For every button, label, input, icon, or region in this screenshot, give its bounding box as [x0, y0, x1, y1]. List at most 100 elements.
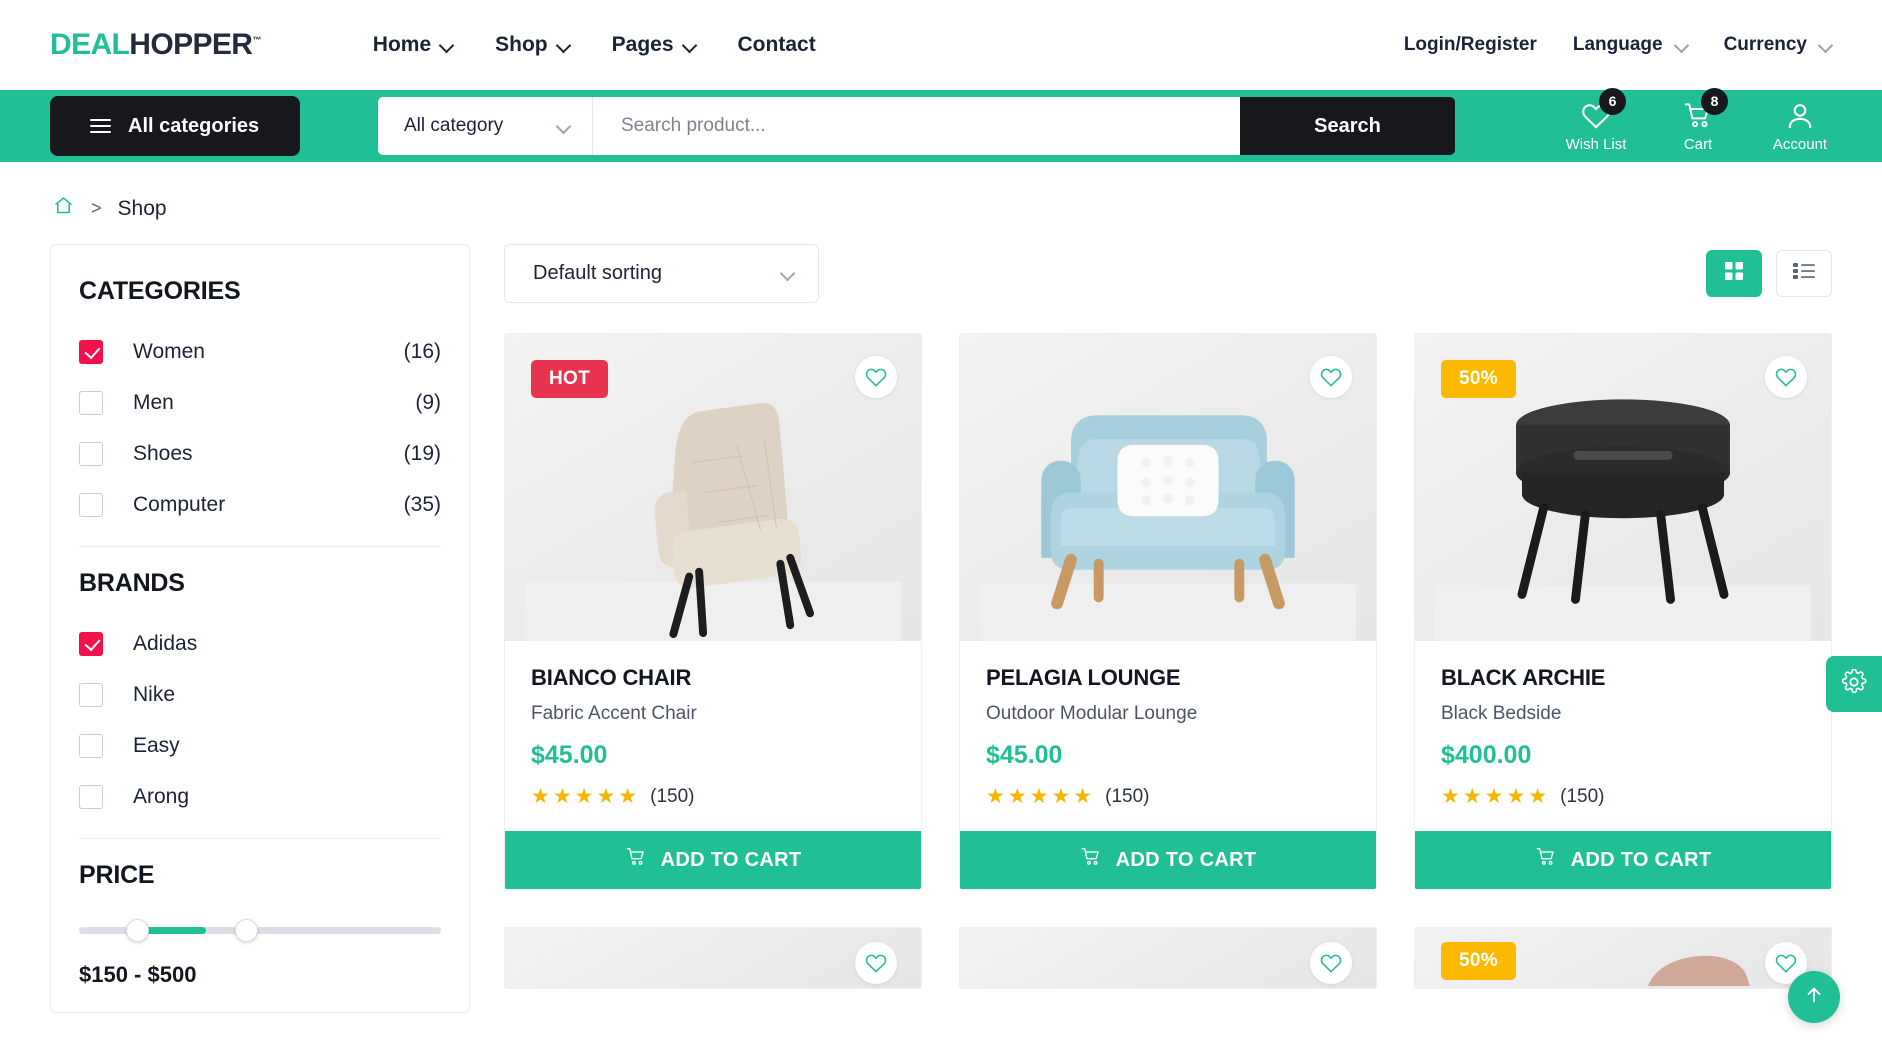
- add-to-cart-button[interactable]: ADD TO CART: [505, 831, 921, 889]
- filter-label: Easy: [133, 733, 180, 757]
- nav-item-shop[interactable]: Shop: [495, 33, 570, 57]
- user-icon: [1785, 98, 1815, 134]
- all-categories-button[interactable]: All categories: [50, 96, 300, 156]
- sidebar-divider: [79, 546, 441, 547]
- logo-part-2: HOPPER: [129, 28, 253, 61]
- product-image[interactable]: HOT: [505, 334, 921, 641]
- sidebar-divider: [79, 838, 441, 839]
- account-label: Account: [1772, 135, 1828, 153]
- checkbox-icon[interactable]: [79, 441, 103, 466]
- categories-title: CATEGORIES: [79, 277, 241, 305]
- checkbox-icon[interactable]: [79, 339, 103, 364]
- settings-panel-toggle[interactable]: [1826, 656, 1882, 712]
- home-icon[interactable]: [52, 195, 75, 222]
- filter-category-computer[interactable]: Computer (35): [79, 479, 441, 530]
- logo-part-1: DEAL: [50, 28, 130, 61]
- chair-illustration: [524, 403, 902, 641]
- site-logo[interactable]: DEALHOPPER™: [50, 28, 261, 62]
- search-input[interactable]: [593, 97, 1240, 155]
- scroll-to-top-button[interactable]: [1788, 971, 1840, 1023]
- product-title: BIANCO CHAIR: [531, 665, 692, 690]
- top-header: DEALHOPPER™ Home Shop Pages Contact Logi…: [0, 0, 1882, 90]
- product-image[interactable]: [505, 928, 921, 988]
- checkbox-icon[interactable]: [79, 492, 103, 517]
- language-selector[interactable]: Language: [1573, 34, 1688, 56]
- price-range-slider[interactable]: [79, 916, 441, 944]
- slider-handle-max[interactable]: [234, 919, 258, 942]
- checkbox-icon[interactable]: [79, 390, 103, 415]
- login-register-label: Login/Register: [1403, 34, 1537, 55]
- cart-button[interactable]: 8 Cart: [1666, 87, 1730, 153]
- product-card[interactable]: 50%: [1414, 333, 1832, 890]
- checkbox-icon[interactable]: [79, 733, 103, 758]
- filter-brand-easy[interactable]: Easy: [79, 720, 441, 771]
- search-category-select[interactable]: All category: [378, 97, 593, 155]
- bedside-table-illustration: [1434, 399, 1812, 641]
- checkbox-icon[interactable]: [79, 784, 103, 809]
- product-card[interactable]: [504, 927, 922, 989]
- nav-item-home[interactable]: Home: [373, 33, 453, 57]
- search-button[interactable]: Search: [1240, 97, 1455, 155]
- filter-brand-arong[interactable]: Arong: [79, 771, 441, 822]
- filter-label: Shoes: [133, 441, 193, 465]
- checkbox-icon[interactable]: [79, 631, 103, 656]
- login-register-link[interactable]: Login/Register: [1404, 34, 1537, 56]
- chevron-down-icon: [1819, 39, 1832, 52]
- filter-category-men[interactable]: Men (9): [79, 377, 441, 428]
- slider-handle-min[interactable]: [126, 919, 150, 942]
- product-image[interactable]: [960, 928, 1376, 988]
- checkbox-icon[interactable]: [79, 682, 103, 707]
- product-price: $45.00: [986, 741, 1063, 769]
- nav-item-contact[interactable]: Contact: [738, 33, 816, 57]
- filter-label: Arong: [133, 784, 190, 808]
- nav-label: Pages: [611, 33, 674, 56]
- product-rating: ★★★★★ (150): [986, 784, 1350, 809]
- product-card[interactable]: 50%: [1414, 927, 1832, 989]
- wishlist-button[interactable]: 6 Wish List: [1564, 87, 1628, 153]
- star-rating-icon: ★★★★★: [531, 785, 641, 808]
- add-to-cart-label: ADD TO CART: [1570, 848, 1712, 871]
- gear-icon: [1841, 667, 1867, 700]
- sorting-select[interactable]: Default sorting: [504, 244, 819, 303]
- page-content: CATEGORIES Women (16) Men (9) Shoes (19)…: [0, 222, 1882, 1013]
- search-group: All category Search: [378, 97, 1455, 155]
- grid-view-button[interactable]: [1706, 250, 1762, 297]
- breadcrumb: > Shop: [0, 162, 1882, 222]
- filter-brand-nike[interactable]: Nike: [79, 669, 441, 720]
- product-image[interactable]: 50%: [1415, 928, 1831, 988]
- filter-brand-adidas[interactable]: Adidas: [79, 618, 441, 669]
- product-image[interactable]: 50%: [1415, 334, 1831, 641]
- search-category-value: All category: [404, 115, 504, 136]
- product-title: BLACK ARCHIE: [1441, 665, 1606, 690]
- nav-label: Contact: [737, 33, 816, 56]
- filter-sidebar: CATEGORIES Women (16) Men (9) Shoes (19)…: [50, 244, 470, 1013]
- product-card[interactable]: [959, 927, 1377, 989]
- cart-badge: 8: [1701, 87, 1728, 115]
- wishlist-toggle[interactable]: [855, 942, 897, 984]
- list-view-button[interactable]: [1776, 250, 1832, 297]
- search-header: All categories All category Search 6 Wis…: [0, 87, 1882, 162]
- currency-label: Currency: [1723, 34, 1807, 55]
- header-utilities: 6 Wish List 8 Cart Account: [1564, 87, 1832, 155]
- listing-toolbar: Default sorting: [504, 244, 1832, 303]
- product-badge: 50%: [1441, 942, 1516, 980]
- add-to-cart-button[interactable]: ADD TO CART: [1415, 831, 1831, 889]
- price-title: PRICE: [79, 861, 155, 889]
- cart-icon: [1535, 847, 1557, 873]
- filter-category-shoes[interactable]: Shoes (19): [79, 428, 441, 479]
- filter-label: Women: [133, 339, 205, 363]
- add-to-cart-button[interactable]: ADD TO CART: [960, 831, 1376, 889]
- filter-count: (9): [415, 390, 441, 414]
- nav-item-pages[interactable]: Pages: [612, 33, 696, 57]
- product-card[interactable]: PELAGIA LOUNGE Outdoor Modular Lounge $4…: [959, 333, 1377, 890]
- product-card[interactable]: HOT BIANCO CHAIR Fabric Accent Chair $45…: [504, 333, 922, 890]
- filter-category-women[interactable]: Women (16): [79, 326, 441, 377]
- product-image[interactable]: [960, 334, 1376, 641]
- currency-selector[interactable]: Currency: [1724, 34, 1832, 56]
- arrow-up-icon: [1803, 984, 1825, 1011]
- wishlist-toggle[interactable]: [1310, 942, 1352, 984]
- account-button[interactable]: Account: [1768, 98, 1832, 153]
- product-rating: ★★★★★ (150): [531, 784, 895, 809]
- product-listing: Default sorting HOT BIANCO CHAIR Fabric …: [504, 244, 1832, 1013]
- cart-icon: [625, 847, 647, 873]
